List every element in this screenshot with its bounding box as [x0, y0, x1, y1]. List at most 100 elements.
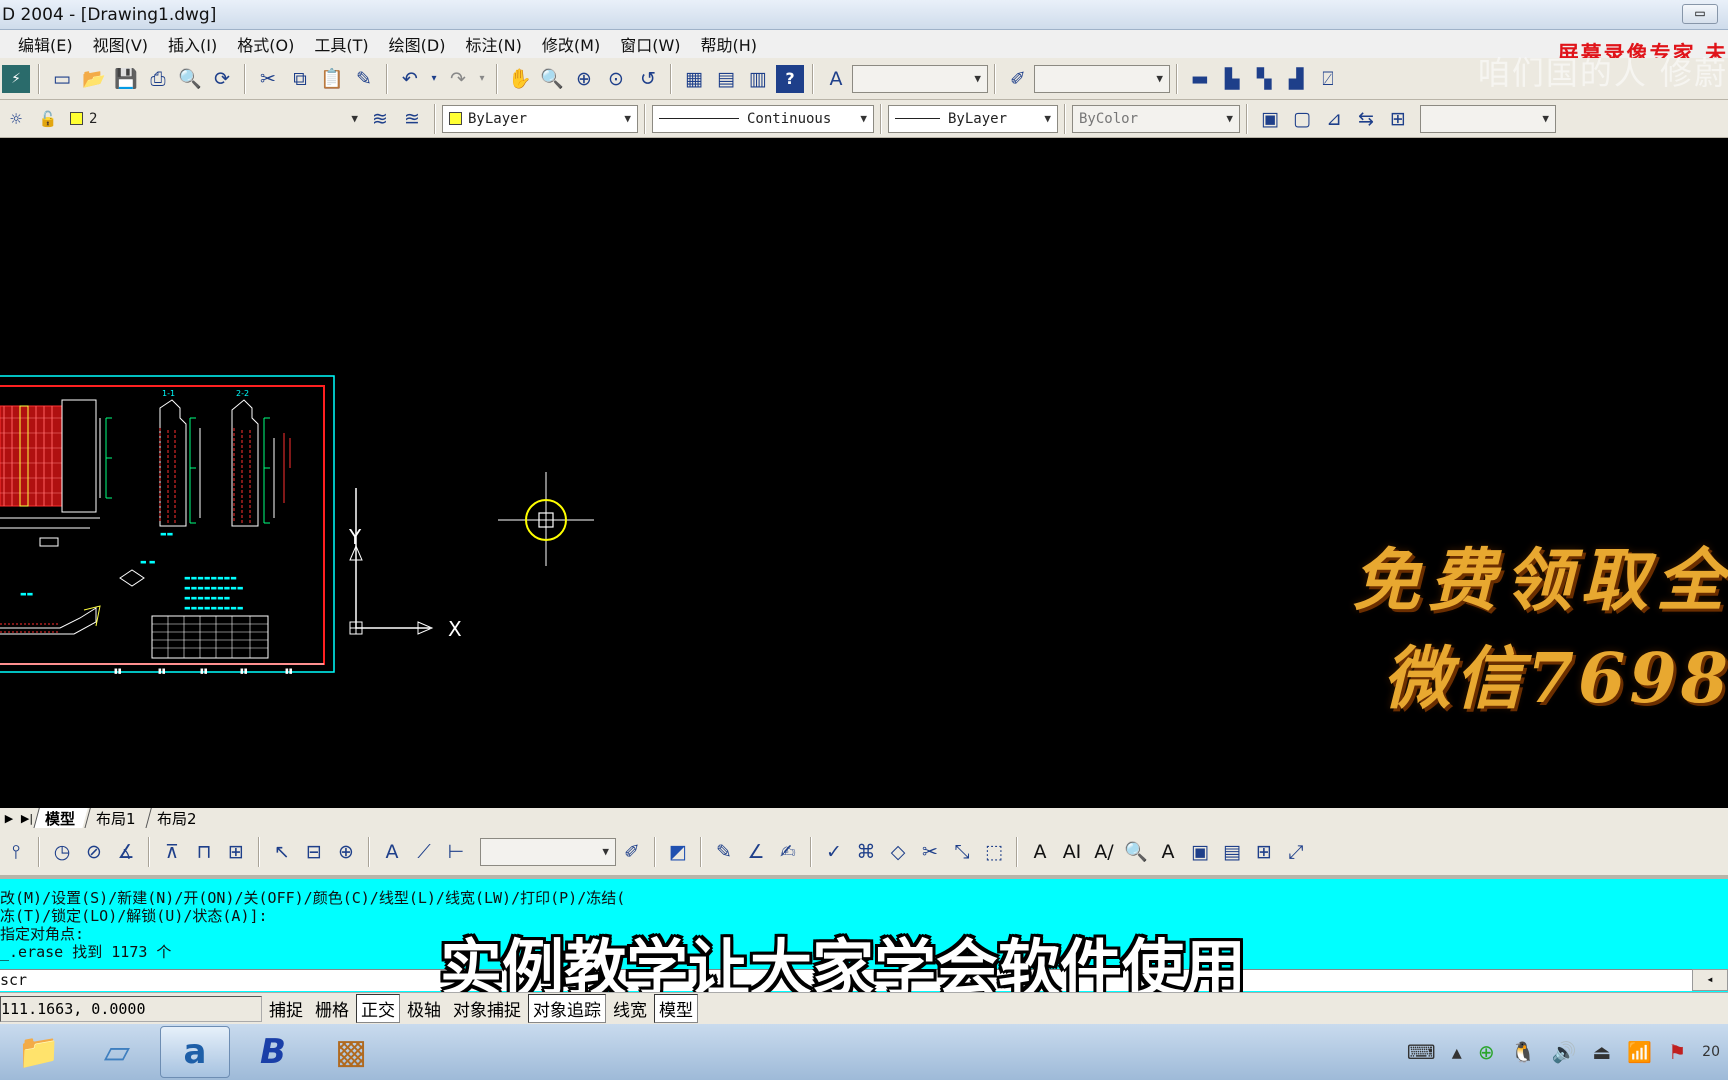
new-file-icon[interactable]: ▭: [48, 65, 76, 93]
paste-icon[interactable]: 📋: [318, 65, 346, 93]
menu-draw[interactable]: 绘图(D): [389, 32, 446, 56]
menu-modify[interactable]: 修改(M): [542, 32, 600, 56]
clock[interactable]: 20: [1702, 1044, 1720, 1060]
quick-dim-icon[interactable]: ⊼: [158, 838, 186, 866]
text-style-manager-icon[interactable]: A: [1154, 838, 1182, 866]
dim-continue-icon[interactable]: ⊞: [222, 838, 250, 866]
dim-style-icon[interactable]: ✐: [1004, 65, 1032, 93]
dim-update-icon[interactable]: ⊢: [442, 838, 470, 866]
tab-last-icon[interactable]: ▶|: [18, 812, 36, 825]
layer-previous-icon[interactable]: ≊: [398, 105, 426, 133]
text-style-icon[interactable]: A: [822, 65, 850, 93]
lineweight-toggle[interactable]: 线宽: [608, 994, 652, 1023]
drawing-canvas[interactable]: 1-1 ▬▬ 2-2 ▬ ▬ ▬▬▬▬▬▬▬▬ ▬▬▬▬▬▬▬▬▬ ▬▬▬▬▬▬…: [0, 138, 1728, 808]
cut-icon[interactable]: ✂: [254, 65, 282, 93]
ortho-toggle[interactable]: 正交: [356, 994, 400, 1023]
file-explorer-icon[interactable]: 📁: [4, 1026, 74, 1078]
menu-format[interactable]: 格式(O): [237, 32, 294, 56]
browser-taskbar-icon[interactable]: B: [238, 1026, 308, 1078]
convert-distance-icon[interactable]: ⊞: [1250, 838, 1278, 866]
modify-icon-8[interactable]: ⤡: [948, 838, 976, 866]
dim-radius-icon[interactable]: ◷: [48, 838, 76, 866]
layer-lock-icon[interactable]: 🔓: [34, 105, 62, 133]
undo-icon[interactable]: ↶: [396, 65, 424, 93]
menu-window[interactable]: 窗口(W): [620, 32, 680, 56]
viewport-scale-combo[interactable]: ▼: [1420, 104, 1556, 133]
text-style-combo[interactable]: ▼: [852, 64, 988, 93]
draw-order-icon[interactable]: ◩: [664, 838, 692, 866]
minimize-button[interactable]: ▭: [1682, 4, 1718, 24]
layout-tool-icon[interactable]: ▬: [1186, 65, 1214, 93]
undo-dropdown-icon[interactable]: ▾: [428, 65, 440, 93]
text-pick-icon[interactable]: ⤢: [1282, 838, 1310, 866]
save-icon[interactable]: 💾: [112, 65, 140, 93]
layer-combo[interactable]: 2 ▼: [64, 105, 364, 133]
properties-icon[interactable]: ▦: [680, 65, 708, 93]
help-icon[interactable]: ?: [776, 64, 804, 93]
notepad-icon[interactable]: ▱: [82, 1026, 152, 1078]
menu-view[interactable]: 视图(V): [93, 32, 148, 56]
tray-expand-icon[interactable]: ▴: [1452, 1040, 1462, 1064]
command-scrollbar-icon[interactable]: ◂: [1692, 969, 1728, 991]
match-properties-icon[interactable]: ✎: [350, 65, 378, 93]
print-icon[interactable]: ⎙: [144, 65, 172, 93]
center-mark-icon[interactable]: ⊕: [332, 838, 360, 866]
scale-text-icon[interactable]: ▣: [1186, 838, 1214, 866]
redo-icon[interactable]: ↷: [444, 65, 472, 93]
otrack-toggle[interactable]: 对象追踪: [528, 994, 606, 1023]
polar-toggle[interactable]: 极轴: [402, 994, 446, 1023]
app-icon[interactable]: ⚡: [2, 64, 30, 93]
clip-viewport-icon[interactable]: ⊞: [1384, 105, 1412, 133]
flag-icon[interactable]: ⚑: [1668, 1040, 1686, 1064]
copy-icon[interactable]: ⧉: [286, 65, 314, 93]
dim-style-manager-icon[interactable]: ✐: [618, 838, 646, 866]
polygonal-viewport-icon[interactable]: ⊿: [1320, 105, 1348, 133]
quick-leader-icon[interactable]: ↖: [268, 838, 296, 866]
tolerance-icon[interactable]: ⊟: [300, 838, 328, 866]
menu-tools[interactable]: 工具(T): [314, 32, 368, 56]
dim-style-combo[interactable]: ▼: [1034, 64, 1170, 93]
layout-tool-icon[interactable]: ▚: [1250, 65, 1278, 93]
tool-palettes-icon[interactable]: ▥: [744, 65, 772, 93]
modify-icon-5[interactable]: ⌘: [852, 838, 880, 866]
zoom-realtime-icon[interactable]: 🔍: [538, 65, 566, 93]
publish-icon[interactable]: ⟳: [208, 65, 236, 93]
menu-edit[interactable]: 编辑(E): [18, 32, 73, 56]
menu-insert[interactable]: 插入(I): [168, 32, 217, 56]
media-taskbar-icon[interactable]: ▩: [316, 1026, 386, 1078]
zoom-extents-icon[interactable]: ⊙: [602, 65, 630, 93]
modify-icon-9[interactable]: ⬚: [980, 838, 1008, 866]
modify-icon-4[interactable]: ✓: [820, 838, 848, 866]
dim-diameter-icon[interactable]: ⊘: [80, 838, 108, 866]
tab-next-icon[interactable]: ▶: [0, 812, 18, 825]
layout-tool-icon[interactable]: ▟: [1282, 65, 1310, 93]
layer-state-icon[interactable]: ☼: [2, 105, 30, 133]
dim-text-edit-icon[interactable]: ⟋: [410, 838, 438, 866]
coordinate-readout[interactable]: 111.1663, 0.0000: [0, 995, 262, 1022]
single-line-text-icon[interactable]: AI: [1058, 838, 1086, 866]
plotstyle-combo[interactable]: ByColor ▼: [1072, 104, 1240, 133]
zoom-previous-icon[interactable]: ↺: [634, 65, 662, 93]
snap-toggle[interactable]: 捕捉: [264, 994, 308, 1023]
modify-icon-1[interactable]: ✎: [710, 838, 738, 866]
osnap-toggle[interactable]: 对象捕捉: [448, 994, 526, 1023]
layout-tool-icon[interactable]: ▙: [1218, 65, 1246, 93]
tray-app-icon[interactable]: ⊕: [1478, 1040, 1495, 1064]
print-preview-icon[interactable]: 🔍: [176, 65, 204, 93]
menu-dimension[interactable]: 标注(N): [465, 32, 521, 56]
justify-text-icon[interactable]: ▤: [1218, 838, 1246, 866]
open-file-icon[interactable]: 📂: [80, 65, 108, 93]
dim-angular-icon[interactable]: ∡: [112, 838, 140, 866]
dim-baseline-icon[interactable]: ⊓: [190, 838, 218, 866]
qq-icon[interactable]: 🐧: [1511, 1040, 1536, 1064]
viewport-icon[interactable]: ▣: [1256, 105, 1284, 133]
mtext-icon[interactable]: A: [1026, 838, 1054, 866]
linetype-combo[interactable]: Continuous ▼: [652, 104, 874, 133]
convert-viewport-icon[interactable]: ⇆: [1352, 105, 1380, 133]
dim-edit-icon[interactable]: A: [378, 838, 406, 866]
make-layer-current-icon[interactable]: ≋: [366, 105, 394, 133]
volume-icon[interactable]: 🔊: [1552, 1040, 1577, 1064]
color-combo[interactable]: ByLayer ▼: [442, 104, 638, 133]
device-icon[interactable]: ⏏: [1592, 1040, 1611, 1064]
grid-toggle[interactable]: 栅格: [310, 994, 354, 1023]
